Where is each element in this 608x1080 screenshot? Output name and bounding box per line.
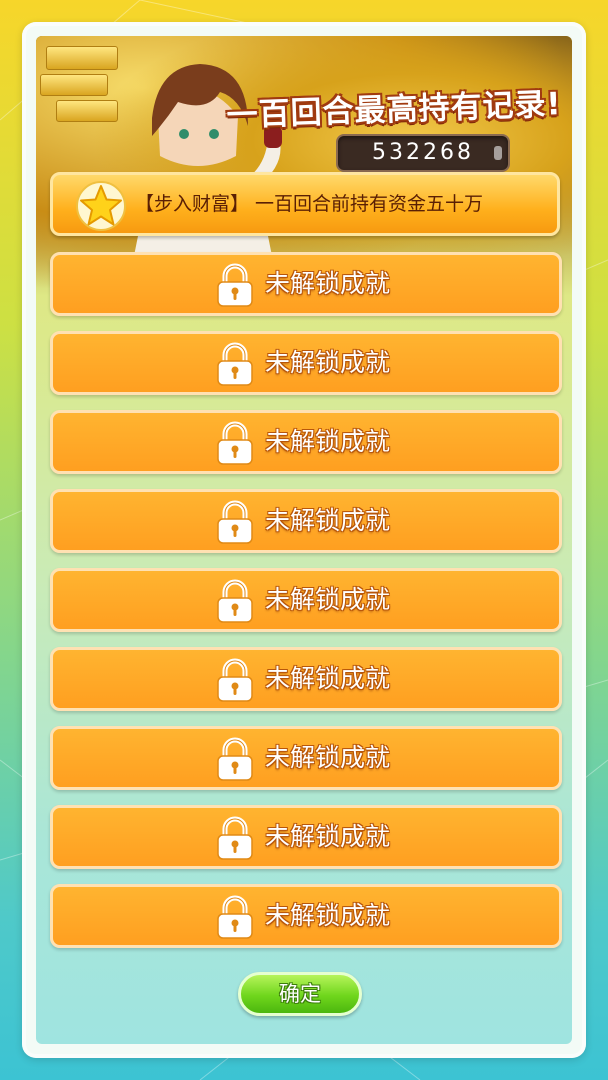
record-value: 532268 <box>372 140 474 165</box>
achievement-locked-row[interactable]: 未解锁成就 <box>50 647 562 711</box>
achievement-label: 【步入财富】 一百回合前持有资金五十万 <box>135 193 484 215</box>
gold-bar-image <box>40 74 108 96</box>
achievement-locked-label: 未解锁成就 <box>265 427 391 456</box>
lock-icon <box>217 737 253 781</box>
achievement-unlocked-row[interactable]: 【步入财富】 一百回合前持有资金五十万 <box>50 172 560 236</box>
achievement-locked-row[interactable]: 未解锁成就 <box>50 805 562 869</box>
achievement-locked-row[interactable]: 未解锁成就 <box>50 410 562 474</box>
lock-icon <box>217 579 253 623</box>
lock-icon <box>217 895 253 939</box>
confirm-button[interactable]: 确定 <box>238 972 362 1016</box>
lock-icon <box>217 500 253 544</box>
achievement-locked-row[interactable]: 未解锁成就 <box>50 252 562 316</box>
lock-icon <box>217 658 253 702</box>
achievement-locked-label: 未解锁成就 <box>265 822 391 851</box>
record-value-display: 532268 <box>336 134 510 172</box>
lock-icon <box>217 263 253 307</box>
achievement-locked-label: 未解锁成就 <box>265 348 391 377</box>
achievement-locked-row[interactable]: 未解锁成就 <box>50 568 562 632</box>
star-icon <box>76 181 126 231</box>
achievement-locked-label: 未解锁成就 <box>265 664 391 693</box>
achievement-locked-label: 未解锁成就 <box>265 585 391 614</box>
achievement-locked-label: 未解锁成就 <box>265 743 391 772</box>
achievement-locked-row[interactable]: 未解锁成就 <box>50 331 562 395</box>
achievement-locked-row[interactable]: 未解锁成就 <box>50 884 562 948</box>
character-illustration <box>128 64 282 286</box>
achievement-locked-label: 未解锁成就 <box>265 901 391 930</box>
achievement-locked-label: 未解锁成就 <box>265 506 391 535</box>
achievement-locked-row[interactable]: 未解锁成就 <box>50 726 562 790</box>
lock-icon <box>217 342 253 386</box>
display-glare <box>494 146 502 160</box>
lock-icon <box>217 816 253 860</box>
achievement-locked-row[interactable]: 未解锁成就 <box>50 489 562 553</box>
achievement-locked-label: 未解锁成就 <box>265 269 391 298</box>
lock-icon <box>217 421 253 465</box>
